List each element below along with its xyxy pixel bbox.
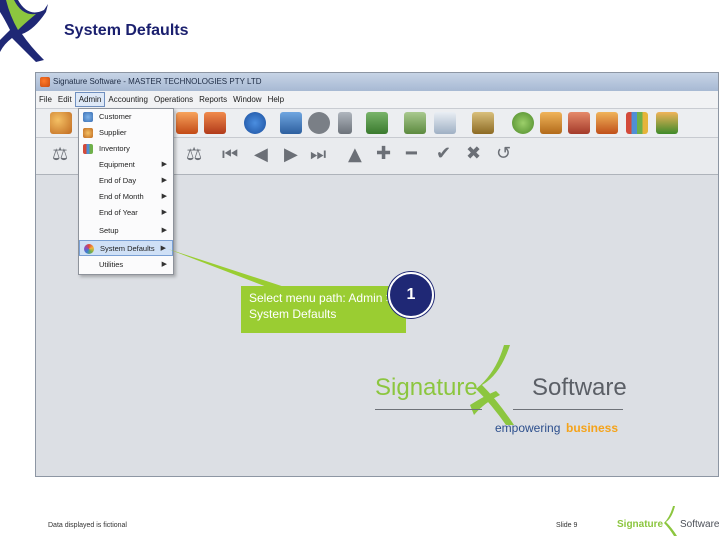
menu-item-equipment[interactable]: Equipment ▶ [79, 157, 173, 173]
mail-add-icon[interactable] [434, 112, 456, 134]
truck-icon[interactable] [540, 112, 562, 134]
refresh-icon[interactable]: ↺ [496, 143, 511, 164]
step-number-badge: 1 [388, 272, 434, 318]
slide-corner-logo [0, 0, 48, 62]
callout-text: Select menu path: Admin > System Default… [249, 291, 393, 321]
submenu-arrow-icon: ▶ [160, 245, 166, 252]
window-titlebar: Signature Software - MASTER TECHNOLOGIES… [36, 73, 718, 91]
menu-window[interactable]: Window [230, 91, 264, 108]
menu-item-setup[interactable]: Setup ▶ [79, 223, 173, 239]
menu-item-inventory[interactable]: Inventory [79, 141, 173, 157]
submenu-arrow-icon: ▶ [161, 209, 167, 216]
menu-item-label: End of Month [99, 192, 144, 201]
brand-x-logo [470, 345, 514, 425]
submenu-arrow-icon: ▶ [161, 193, 167, 200]
window-title: Signature Software - MASTER TECHNOLOGIES… [53, 77, 262, 86]
menu-help[interactable]: Help [265, 91, 287, 108]
cancel-icon[interactable]: ✖ [466, 143, 481, 164]
menu-bar: File Edit Admin Accounting Operations Reports… [36, 91, 718, 109]
submenu-arrow-icon: ▶ [161, 227, 167, 234]
truck-remove-icon[interactable] [568, 112, 590, 134]
footer-x-logo [664, 506, 677, 536]
system-defaults-icon [84, 244, 94, 254]
supplier-icon [83, 128, 93, 138]
submenu-arrow-icon: ▶ [161, 161, 167, 168]
submenu-arrow-icon: ▶ [161, 177, 167, 184]
menu-reports[interactable]: Reports [196, 91, 230, 108]
menu-item-label: Inventory [99, 144, 130, 153]
menu-item-utilities[interactable]: Utilities ▶ [79, 257, 173, 273]
menu-operations[interactable]: Operations [151, 91, 196, 108]
menu-item-label: Supplier [99, 128, 127, 137]
move-up-icon[interactable]: ▲ [348, 144, 362, 165]
menu-item-label: System Defaults [100, 244, 155, 253]
phone-icon[interactable] [308, 112, 330, 134]
menu-admin[interactable]: Admin [74, 92, 106, 107]
info-icon[interactable] [244, 112, 266, 134]
last-record-icon[interactable]: ⏭ [310, 144, 326, 165]
next-record-icon[interactable]: ▶ [284, 144, 298, 165]
cancel-orders-icon[interactable] [204, 112, 226, 134]
brand-signature-text: Signature [375, 374, 478, 401]
menu-file[interactable]: File [36, 91, 55, 108]
remove-icon[interactable]: ━ [406, 143, 417, 164]
inventory-icon [83, 144, 93, 154]
truck-add-icon[interactable] [656, 112, 678, 134]
menu-item-label: End of Year [99, 208, 138, 217]
app-icon [40, 77, 50, 87]
confirm-icon[interactable]: ✔ [436, 143, 451, 164]
scales-icon[interactable]: ⚖ [186, 144, 202, 165]
menu-item-label: Equipment [99, 160, 135, 169]
brand-software-text: Software [532, 374, 627, 401]
menu-accounting[interactable]: Accounting [105, 91, 151, 108]
footer-logo-software: Software [680, 519, 720, 530]
menu-edit[interactable]: Edit [55, 91, 75, 108]
previous-record-icon[interactable]: ◀ [254, 144, 268, 165]
monitor-next-icon[interactable] [366, 112, 388, 134]
menu-item-end-of-year[interactable]: End of Year ▶ [79, 205, 173, 221]
menu-item-end-of-day[interactable]: End of Day ▶ [79, 173, 173, 189]
bar-chart-icon[interactable] [626, 112, 648, 134]
menu-item-label: Setup [99, 226, 119, 235]
brand-divider-left [375, 409, 482, 410]
brand-tagline-empowering: empowering [495, 421, 561, 435]
truck-cancel-icon[interactable] [596, 112, 618, 134]
add-icon[interactable]: ✚ [376, 143, 391, 164]
search-add-icon[interactable] [512, 112, 534, 134]
orders-icon[interactable] [176, 112, 198, 134]
admin-dropdown-menu: Customer Supplier Inventory Equipment ▶ … [78, 108, 174, 275]
menu-item-label: Utilities [99, 260, 124, 269]
brand-tagline-business: business [566, 421, 619, 435]
users-icon[interactable] [50, 112, 72, 134]
customer-icon [83, 112, 93, 122]
brand-divider-right [513, 409, 623, 410]
footer-logo-signature: Signature [617, 519, 664, 530]
monitor-add-icon[interactable] [280, 112, 302, 134]
picture-icon[interactable] [404, 112, 426, 134]
menu-item-customer[interactable]: Customer [79, 109, 173, 125]
footer-disclaimer: Data displayed is fictional [48, 522, 127, 529]
slide-number: Slide 9 [556, 522, 578, 529]
menu-item-supplier[interactable]: Supplier [79, 125, 173, 141]
mobile-icon[interactable] [338, 112, 352, 134]
cart-icon[interactable] [472, 112, 494, 134]
menu-item-end-of-month[interactable]: End of Month ▶ [79, 189, 173, 205]
callout-instruction: Select menu path: Admin > System Default… [241, 286, 406, 333]
menu-item-label: End of Day [99, 176, 137, 185]
menu-item-system-defaults[interactable]: System Defaults ▶ [79, 240, 173, 256]
bookmark-icon[interactable]: ⚖ [52, 144, 68, 165]
menu-item-label: Customer [99, 112, 132, 121]
slide-title: System Defaults [64, 22, 189, 39]
submenu-arrow-icon: ▶ [161, 261, 167, 268]
first-record-icon[interactable]: ⏮ [222, 144, 238, 165]
